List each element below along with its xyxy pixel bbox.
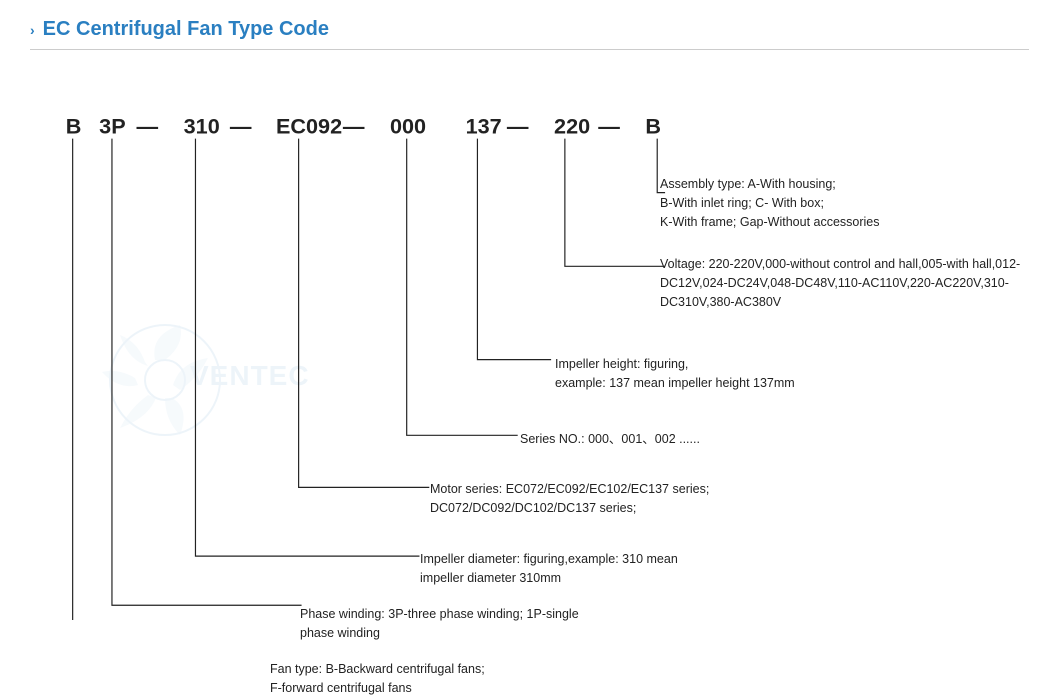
page-container: › EC Centrifugal Fan Type Code bbox=[0, 0, 1059, 668]
svg-text:EC092: EC092 bbox=[276, 114, 342, 139]
svg-text:—: — bbox=[343, 114, 365, 139]
svg-text:VENTEC: VENTEC bbox=[190, 360, 310, 391]
svg-text:—: — bbox=[507, 114, 529, 139]
annotation-series: Series NO.: 000、001、002 ...... bbox=[520, 430, 700, 449]
annotation-fan-type: Fan type: B-Backward centrifugal fans; F… bbox=[270, 660, 485, 698]
annotation-assembly: Assembly type: A-With housing; B-With in… bbox=[660, 175, 880, 231]
title-row: › EC Centrifugal Fan Type Code bbox=[30, 18, 1029, 50]
svg-text:B: B bbox=[645, 114, 661, 139]
svg-text:000: 000 bbox=[390, 114, 426, 139]
svg-text:—: — bbox=[598, 114, 620, 139]
svg-text:—: — bbox=[230, 114, 252, 139]
svg-text:137: 137 bbox=[466, 114, 502, 139]
annotation-motor: Motor series: EC072/EC092/EC102/EC137 se… bbox=[430, 480, 709, 518]
svg-text:310: 310 bbox=[184, 114, 220, 139]
svg-text:220: 220 bbox=[554, 114, 590, 139]
annotation-voltage: Voltage: 220-220V,000-without control an… bbox=[660, 255, 1029, 311]
svg-text:—: — bbox=[137, 114, 159, 139]
watermark: VENTEC bbox=[90, 290, 310, 470]
page-title: EC Centrifugal Fan Type Code bbox=[43, 18, 329, 41]
title-chevron-icon: › bbox=[30, 22, 35, 38]
annotation-impeller-height: Impeller height: figuring, example: 137 … bbox=[555, 355, 795, 393]
svg-text:3P: 3P bbox=[99, 114, 125, 139]
annotation-phase: Phase winding: 3P-three phase winding; 1… bbox=[300, 605, 579, 643]
annotation-impeller-diameter: Impeller diameter: figuring,example: 310… bbox=[420, 550, 678, 588]
svg-text:B: B bbox=[66, 114, 82, 139]
diagram-area: VENTEC B 3P — 310 — EC092 — 000 137 — bbox=[30, 60, 1029, 620]
